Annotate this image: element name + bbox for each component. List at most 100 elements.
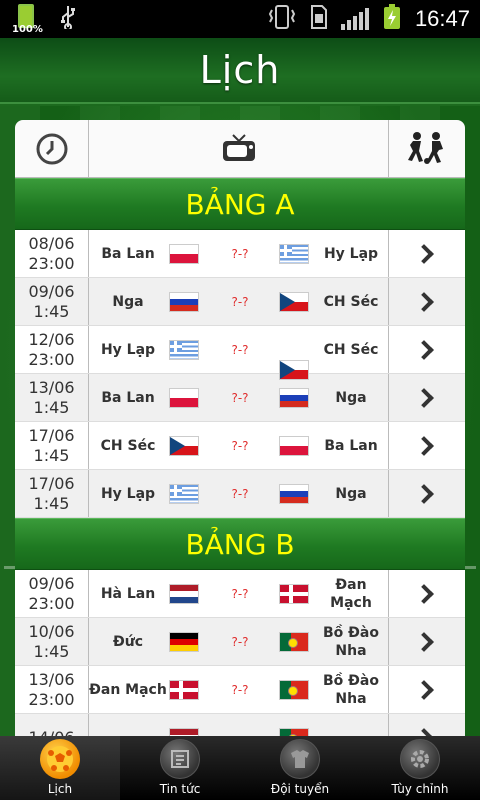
details-button[interactable] [389, 470, 465, 517]
match-row[interactable]: 13/06 23:00 Đan Mạch ?-? Bồ Đào Nha [15, 666, 465, 714]
title-bar: Lịch [0, 38, 480, 104]
details-button[interactable] [389, 570, 465, 617]
tab-settings[interactable]: Tùy chỉnh [360, 736, 480, 800]
tab-schedule[interactable]: Lịch [0, 736, 120, 800]
tab-news[interactable]: Tin tức [120, 736, 240, 800]
chevron-right-icon [414, 387, 434, 408]
home-team: Đan Mạch [89, 681, 167, 698]
home-team: Hy Lạp [100, 485, 156, 502]
match-date: 09/06 [28, 281, 75, 301]
chevron-right-icon [414, 435, 434, 456]
germany-flag-icon [169, 632, 199, 652]
match-row[interactable]: 10/06 1:45 Đức ?-? Bồ Đào Nha [15, 618, 465, 666]
score: ?-? [231, 390, 249, 405]
denmark-flag-icon [169, 680, 199, 700]
greece-flag-icon [169, 340, 199, 360]
match-time: 23:00 [28, 593, 75, 613]
home-team [89, 714, 167, 736]
score: ?-? [231, 634, 249, 649]
away-team: Nga [335, 389, 367, 406]
schedule-panel[interactable]: BẢNG A 08/06 23:00 Ba Lan ?-? Hy Lạp 09/0… [15, 120, 465, 736]
usb-icon [60, 5, 76, 33]
news-icon [160, 739, 200, 779]
match-date: 13/06 [28, 377, 75, 397]
match-time: 1:45 [33, 493, 70, 513]
match-date: 14/06 [28, 728, 74, 737]
portugal-flag-icon [279, 680, 309, 700]
match-time: 23:00 [28, 349, 75, 369]
match-row[interactable]: 13/06 1:45 Ba Lan ?-? Nga [15, 374, 465, 422]
match-row[interactable]: 08/06 23:00 Ba Lan ?-? Hy Lạp [15, 230, 465, 278]
score: ?-? [231, 486, 249, 501]
details-button[interactable] [389, 618, 465, 665]
away-team: Bồ Đào Nha [323, 672, 379, 707]
czech-flag-icon [169, 436, 199, 456]
bottom-tab-bar: Lịch Tin tức Đội tuyển Tùy chỉnh [0, 736, 480, 800]
netherlands-flag-icon [169, 584, 199, 604]
team-icon [280, 739, 320, 779]
away-team: CH Séc [323, 341, 379, 358]
players-icon [389, 120, 465, 177]
netherlands-flag-icon [169, 728, 199, 736]
chevron-right-icon [414, 243, 434, 264]
match-row[interactable]: 12/06 23:00 Hy Lạp ?-? CH Séc [15, 326, 465, 380]
match-date: 17/06 [28, 425, 75, 445]
poland-flag-icon [169, 244, 199, 264]
football-icon [40, 739, 80, 779]
away-team: Đan Mạch [330, 576, 372, 611]
russia-flag-icon [279, 388, 309, 408]
tab-label: Tin tức [159, 782, 201, 796]
details-button[interactable] [389, 714, 465, 736]
page-title: Lịch [199, 48, 281, 92]
details-button[interactable] [389, 326, 465, 373]
home-team: Hy Lạp [100, 341, 156, 358]
details-button[interactable] [389, 666, 465, 713]
match-time: 1:45 [33, 641, 70, 661]
clock: 16:47 [414, 6, 470, 31]
match-row[interactable]: 09/06 23:00 Hà Lan ?-? Đan Mạch [15, 570, 465, 618]
tv-icon [89, 120, 389, 177]
tab-label: Tùy chỉnh [391, 782, 449, 796]
away-team: Ba Lan [324, 437, 378, 454]
poland-flag-icon [279, 436, 309, 456]
home-team: CH Séc [100, 437, 156, 454]
details-button[interactable] [389, 230, 465, 277]
match-time: 1:45 [33, 445, 70, 465]
match-date: 10/06 [28, 621, 75, 641]
home-team: Hà Lan [100, 585, 156, 602]
details-button[interactable] [389, 374, 465, 421]
details-button[interactable] [389, 278, 465, 325]
schedule-header [15, 120, 465, 178]
chevron-right-icon [414, 727, 434, 736]
away-team: CH Séc [323, 293, 379, 310]
group-a-matches: 08/06 23:00 Ba Lan ?-? Hy Lạp 09/06 1:45 N… [15, 230, 465, 518]
chevron-right-icon [414, 483, 434, 504]
home-team: Đức [113, 633, 143, 650]
russia-flag-icon [169, 292, 199, 312]
match-row[interactable]: 09/06 1:45 Nga ?-? CH Séc [15, 278, 465, 326]
match-time: 23:00 [28, 253, 75, 273]
group-header-a: BẢNG A [15, 178, 465, 230]
chevron-right-icon [414, 631, 434, 652]
portugal-flag-icon [279, 632, 309, 652]
status-bar: 100% 16:47 [0, 0, 480, 38]
score: ?-? [231, 294, 249, 309]
tab-label: Đội tuyển [270, 782, 330, 796]
score [227, 714, 253, 736]
chevron-right-icon [414, 583, 434, 604]
tab-teams[interactable]: Đội tuyển [240, 736, 360, 800]
away-team [313, 714, 389, 736]
signal-icon [340, 8, 369, 30]
away-team: Nga [335, 485, 367, 502]
battery-charging-icon [383, 4, 401, 34]
battery-icon: 100% [12, 2, 43, 36]
match-date: 13/06 [28, 669, 75, 689]
match-row[interactable]: 17/06 1:45 Hy Lạp ?-? Nga [15, 470, 465, 518]
poland-flag-icon [169, 388, 199, 408]
match-row[interactable]: 17/06 1:45 CH Séc ?-? Ba Lan [15, 422, 465, 470]
chevron-right-icon [414, 291, 434, 312]
home-team: Ba Lan [101, 245, 155, 262]
details-button[interactable] [389, 422, 465, 469]
clock-icon [15, 120, 89, 177]
match-row[interactable]: 14/06 [15, 714, 465, 736]
